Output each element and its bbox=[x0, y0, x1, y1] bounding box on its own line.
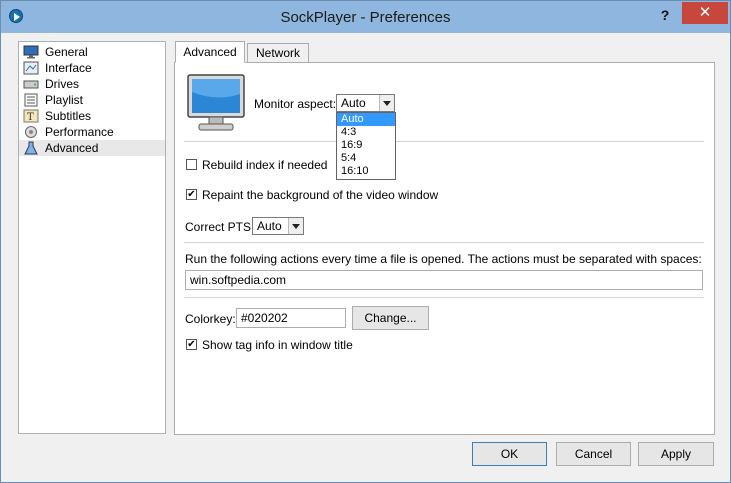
monitor-aspect-value: Auto bbox=[341, 96, 366, 110]
category-label: Advanced bbox=[45, 141, 99, 155]
colorkey-label: Colorkey: bbox=[185, 312, 236, 326]
subtitles-icon: T bbox=[23, 109, 39, 123]
close-button[interactable]: ✕ bbox=[682, 2, 728, 24]
category-item-advanced[interactable]: Advanced bbox=[19, 140, 165, 156]
colorkey-input[interactable]: #020202 bbox=[236, 308, 346, 328]
category-item-subtitles[interactable]: T Subtitles bbox=[19, 108, 165, 124]
repaint-background-label: Repaint the background of the video wind… bbox=[202, 188, 439, 202]
cancel-button[interactable]: Cancel bbox=[556, 442, 631, 466]
window-title: SockPlayer - Preferences bbox=[280, 9, 451, 26]
advanced-flask-icon bbox=[24, 141, 38, 155]
separator bbox=[184, 297, 704, 298]
monitor-icon bbox=[23, 45, 39, 59]
monitor-aspect-dropdown[interactable]: Auto 4:3 16:9 5:4 16:10 bbox=[336, 112, 396, 180]
category-item-interface[interactable]: Interface bbox=[19, 60, 165, 76]
category-label: Performance bbox=[45, 125, 114, 139]
category-label: Subtitles bbox=[45, 109, 92, 123]
title-bar: SockPlayer - Preferences ? ✕ bbox=[1, 1, 730, 33]
separator bbox=[184, 141, 704, 142]
performance-icon bbox=[25, 126, 37, 138]
repaint-background-checkbox[interactable]: ✔ bbox=[186, 189, 197, 200]
correct-pts-select[interactable]: Auto bbox=[252, 217, 304, 235]
tab-advanced[interactable]: Advanced bbox=[175, 41, 245, 63]
correct-pts-value: Auto bbox=[257, 219, 282, 233]
playlist-icon bbox=[24, 93, 38, 107]
rebuild-index-checkbox[interactable] bbox=[186, 159, 197, 170]
actions-input[interactable]: win.softpedia.com bbox=[185, 270, 703, 290]
category-item-performance[interactable]: Performance bbox=[19, 124, 165, 140]
show-tag-info-label: Show tag info in window title bbox=[202, 338, 353, 352]
preferences-window: SockPlayer - Preferences ? ✕ General Int… bbox=[0, 0, 731, 483]
category-label: Drives bbox=[45, 77, 80, 91]
category-label: General bbox=[45, 45, 88, 59]
chevron-down-icon[interactable] bbox=[379, 95, 394, 111]
ok-button[interactable]: OK bbox=[472, 442, 547, 466]
category-list[interactable]: General Interface Drives Playlist T Subt… bbox=[18, 41, 166, 434]
monitor-icon bbox=[187, 74, 245, 131]
chevron-down-icon[interactable] bbox=[288, 218, 303, 234]
help-button[interactable]: ? bbox=[654, 5, 676, 25]
apply-button[interactable]: Apply bbox=[638, 442, 714, 466]
dropdown-option[interactable]: 4:3 bbox=[337, 126, 395, 139]
tab-network[interactable]: Network bbox=[247, 43, 309, 63]
rebuild-index-label: Rebuild index if needed bbox=[202, 158, 328, 172]
category-item-playlist[interactable]: Playlist bbox=[19, 92, 165, 108]
dropdown-option[interactable]: Auto bbox=[337, 113, 395, 126]
dropdown-option[interactable]: 16:9 bbox=[337, 139, 395, 152]
monitor-aspect-select[interactable]: Auto bbox=[336, 94, 395, 112]
drive-icon bbox=[23, 80, 39, 89]
monitor-aspect-label: Monitor aspect: bbox=[254, 97, 337, 111]
svg-text:T: T bbox=[27, 112, 34, 123]
category-label: Interface bbox=[45, 61, 92, 75]
interface-icon bbox=[23, 61, 39, 75]
category-label: Playlist bbox=[45, 93, 84, 107]
show-tag-info-checkbox[interactable]: ✔ bbox=[186, 339, 197, 350]
change-color-button[interactable]: Change... bbox=[352, 306, 429, 330]
dropdown-option[interactable]: 5:4 bbox=[337, 152, 395, 165]
dropdown-option[interactable]: 16:10 bbox=[337, 165, 395, 178]
separator bbox=[184, 242, 704, 243]
category-item-general[interactable]: General bbox=[19, 44, 165, 60]
correct-pts-label: Correct PTS: bbox=[185, 220, 255, 234]
advanced-tab-panel bbox=[174, 62, 715, 435]
category-item-drives[interactable]: Drives bbox=[19, 76, 165, 92]
actions-label: Run the following actions every time a f… bbox=[185, 252, 702, 266]
